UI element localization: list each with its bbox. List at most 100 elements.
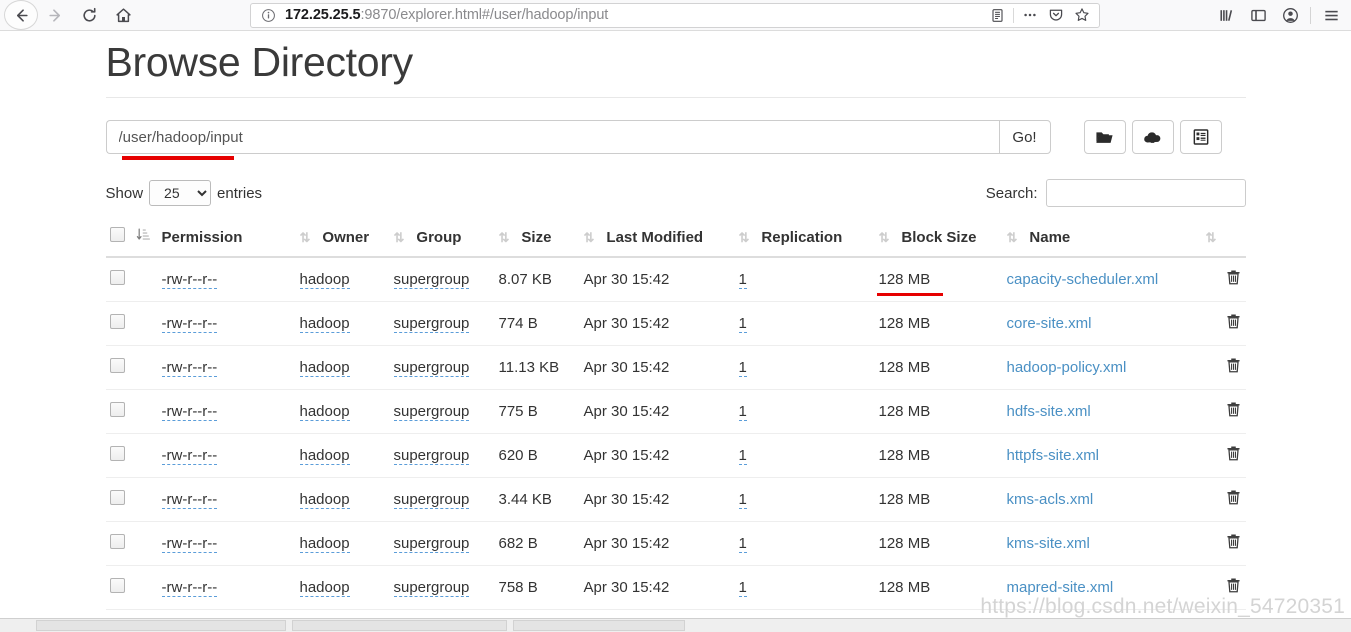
cell-delete[interactable] bbox=[1201, 345, 1246, 391]
row-select-cell[interactable] bbox=[105, 433, 132, 479]
account-button[interactable] bbox=[1274, 0, 1306, 30]
permission-link[interactable]: -rw-r--r-- bbox=[161, 271, 218, 290]
owner-link[interactable]: hadoop bbox=[299, 535, 350, 554]
file-name-link[interactable]: mapred-site.xml bbox=[1007, 579, 1114, 596]
page-actions-button[interactable] bbox=[1017, 4, 1043, 27]
go-button[interactable]: Go! bbox=[998, 120, 1051, 155]
col-header-group[interactable]: ⇅ Group bbox=[389, 219, 495, 259]
row-checkbox[interactable] bbox=[109, 446, 125, 462]
bookmark-button[interactable] bbox=[1069, 4, 1095, 27]
reload-button[interactable] bbox=[72, 0, 106, 30]
row-checkbox[interactable] bbox=[109, 358, 125, 374]
delete-file-button[interactable] bbox=[1225, 313, 1242, 334]
reader-view-button[interactable] bbox=[984, 4, 1010, 27]
group-link[interactable]: supergroup bbox=[393, 403, 470, 422]
group-link[interactable]: supergroup bbox=[393, 491, 470, 510]
group-link[interactable]: supergroup bbox=[393, 447, 470, 466]
first-col-sort-header[interactable] bbox=[131, 219, 158, 259]
address-bar[interactable]: 172.25.25.5:9870/explorer.html#/user/had… bbox=[250, 2, 1100, 28]
col-header-block-size[interactable]: ⇅ Block Size bbox=[874, 219, 1003, 259]
col-header-permission[interactable]: Permission bbox=[157, 219, 296, 259]
cell-delete[interactable] bbox=[1201, 257, 1246, 303]
cell-delete[interactable] bbox=[1201, 565, 1246, 611]
owner-link[interactable]: hadoop bbox=[299, 359, 350, 378]
cell-delete[interactable] bbox=[1201, 477, 1246, 523]
permission-link[interactable]: -rw-r--r-- bbox=[161, 535, 218, 554]
row-select-cell[interactable] bbox=[105, 565, 132, 611]
forward-button[interactable] bbox=[38, 0, 72, 30]
group-link[interactable]: supergroup bbox=[393, 271, 470, 290]
delete-file-button[interactable] bbox=[1225, 269, 1242, 290]
upload-files-button[interactable] bbox=[1131, 120, 1174, 155]
owner-link[interactable]: hadoop bbox=[299, 403, 350, 422]
replication-link[interactable]: 1 bbox=[738, 447, 747, 466]
row-select-cell[interactable] bbox=[105, 389, 132, 435]
taskbar-item[interactable] bbox=[513, 620, 685, 631]
replication-link[interactable]: 1 bbox=[738, 403, 747, 422]
replication-link[interactable]: 1 bbox=[738, 271, 747, 290]
permission-link[interactable]: -rw-r--r-- bbox=[161, 403, 218, 422]
group-link[interactable]: supergroup bbox=[393, 579, 470, 598]
hamburger-menu-button[interactable] bbox=[1315, 0, 1347, 30]
taskbar-item[interactable] bbox=[36, 620, 286, 631]
delete-file-button[interactable] bbox=[1225, 357, 1242, 378]
col-header-size[interactable]: ⇅ Size bbox=[494, 219, 580, 259]
row-checkbox[interactable] bbox=[109, 270, 125, 286]
file-name-link[interactable]: httpfs-site.xml bbox=[1007, 447, 1100, 464]
file-name-link[interactable]: capacity-scheduler.xml bbox=[1007, 271, 1159, 288]
file-name-link[interactable]: hadoop-policy.xml bbox=[1007, 359, 1127, 376]
col-header-actions[interactable]: ⇅ bbox=[1201, 219, 1246, 259]
owner-link[interactable]: hadoop bbox=[299, 579, 350, 598]
file-name-link[interactable]: core-site.xml bbox=[1007, 315, 1092, 332]
owner-link[interactable]: hadoop bbox=[299, 271, 350, 290]
permission-link[interactable]: -rw-r--r-- bbox=[161, 579, 218, 598]
owner-link[interactable]: hadoop bbox=[299, 315, 350, 334]
delete-file-button[interactable] bbox=[1225, 445, 1242, 466]
file-name-link[interactable]: hdfs-site.xml bbox=[1007, 403, 1091, 420]
pocket-button[interactable] bbox=[1043, 4, 1069, 27]
permission-link[interactable]: -rw-r--r-- bbox=[161, 491, 218, 510]
delete-file-button[interactable] bbox=[1225, 489, 1242, 510]
file-name-link[interactable]: kms-site.xml bbox=[1007, 535, 1090, 552]
select-all-checkbox[interactable] bbox=[109, 227, 125, 243]
sidebar-button[interactable] bbox=[1242, 0, 1274, 30]
row-select-cell[interactable] bbox=[105, 345, 132, 391]
replication-link[interactable]: 1 bbox=[738, 315, 747, 334]
row-select-cell[interactable] bbox=[105, 521, 132, 567]
file-name-link[interactable]: kms-acls.xml bbox=[1007, 491, 1094, 508]
permission-link[interactable]: -rw-r--r-- bbox=[161, 315, 218, 334]
permission-link[interactable]: -rw-r--r-- bbox=[161, 359, 218, 378]
entries-select[interactable]: 102550100 bbox=[149, 180, 212, 207]
row-checkbox[interactable] bbox=[109, 314, 125, 330]
row-select-cell[interactable] bbox=[105, 301, 132, 347]
home-button[interactable] bbox=[106, 0, 140, 30]
replication-link[interactable]: 1 bbox=[738, 491, 747, 510]
cell-delete[interactable] bbox=[1201, 301, 1246, 347]
row-checkbox[interactable] bbox=[109, 490, 125, 506]
row-select-cell[interactable] bbox=[105, 257, 132, 303]
col-header-owner[interactable]: ⇅ Owner bbox=[295, 219, 390, 259]
col-header-replication[interactable]: ⇅ Replication bbox=[734, 219, 875, 259]
cell-delete[interactable] bbox=[1201, 433, 1246, 479]
group-link[interactable]: supergroup bbox=[393, 535, 470, 554]
permission-link[interactable]: -rw-r--r-- bbox=[161, 447, 218, 466]
library-button[interactable] bbox=[1210, 0, 1242, 30]
row-checkbox[interactable] bbox=[109, 534, 125, 550]
replication-link[interactable]: 1 bbox=[738, 359, 747, 378]
delete-file-button[interactable] bbox=[1225, 577, 1242, 598]
cell-delete[interactable] bbox=[1201, 521, 1246, 567]
search-input[interactable] bbox=[1045, 179, 1246, 208]
path-input[interactable] bbox=[105, 120, 999, 155]
group-link[interactable]: supergroup bbox=[393, 359, 470, 378]
col-header-name[interactable]: ⇅ Name bbox=[1002, 219, 1202, 259]
replication-link[interactable]: 1 bbox=[738, 535, 747, 554]
cell-delete[interactable] bbox=[1201, 389, 1246, 435]
row-checkbox[interactable] bbox=[109, 402, 125, 418]
delete-file-button[interactable] bbox=[1225, 401, 1242, 422]
new-directory-button[interactable] bbox=[1083, 120, 1126, 155]
taskbar-item[interactable] bbox=[292, 620, 507, 631]
row-select-cell[interactable] bbox=[105, 477, 132, 523]
delete-file-button[interactable] bbox=[1225, 533, 1242, 554]
replication-link[interactable]: 1 bbox=[738, 579, 747, 598]
select-all-header[interactable] bbox=[105, 219, 132, 259]
